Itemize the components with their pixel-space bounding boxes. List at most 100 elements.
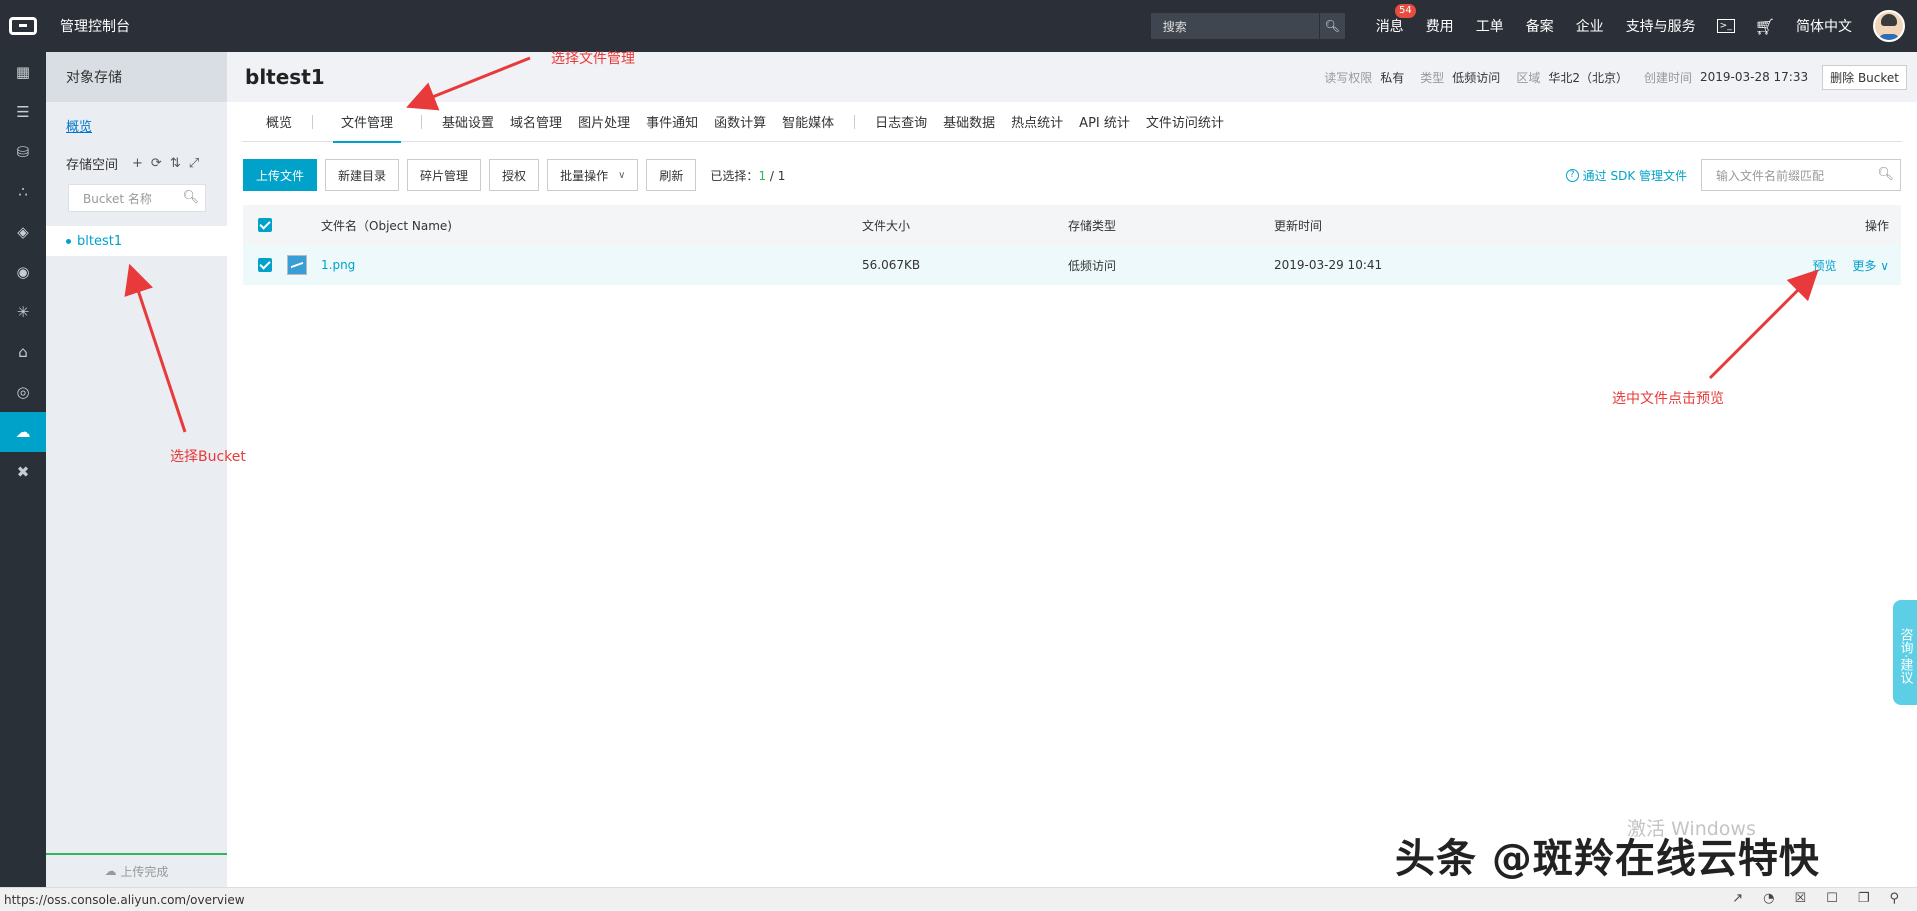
- meta-type-value: 低频访问: [1452, 70, 1501, 85]
- sort-icon[interactable]: ⇅: [170, 156, 181, 171]
- header-name[interactable]: 文件名（Object Name): [321, 217, 452, 234]
- upload-file-button[interactable]: 上传文件: [243, 159, 318, 191]
- server-icon[interactable]: ☰: [0, 92, 46, 132]
- file-name-link[interactable]: 1.png: [321, 258, 355, 272]
- file-size: 56.067KB: [862, 258, 921, 272]
- selection-label: 已选择：: [710, 168, 759, 183]
- table-row[interactable]: 1.png 56.067KB 低频访问 2019-03-29 10:41 预览 …: [243, 245, 1901, 285]
- nav-billing[interactable]: 费用: [1426, 16, 1454, 36]
- trash-icon[interactable]: ☒: [1795, 891, 1807, 906]
- file-updated-time: 2019-03-29 10:41: [1274, 258, 1383, 272]
- oss-sidebar: 对象存储 概览 存储空间 + ⟳ ⇅ ⤢ Bucket 名称 🔍︎ bltest…: [46, 52, 227, 887]
- cart-icon[interactable]: 🛒︎: [1755, 17, 1775, 36]
- bank-icon[interactable]: ⌂: [0, 332, 46, 372]
- sidebar-item-overview[interactable]: 概览: [46, 102, 227, 148]
- tab-file-management[interactable]: 文件管理: [333, 102, 402, 143]
- nav-enterprise[interactable]: 企业: [1576, 16, 1604, 36]
- author-watermark: 头条 @斑羚在线云特快: [1395, 836, 1820, 882]
- file-prefix-search-input[interactable]: 输入文件名前缀匹配 🔍︎: [1701, 159, 1901, 191]
- tab-divider: [854, 114, 856, 129]
- sdk-manage-link[interactable]: ? 通过 SDK 管理文件: [1565, 167, 1687, 184]
- tab-event-notification[interactable]: 事件通知: [646, 102, 698, 142]
- tab-file-access-stats[interactable]: 文件访问统计: [1146, 102, 1224, 142]
- header-size: 文件大小: [862, 218, 911, 233]
- meta-created-value: 2019-03-28 17:33: [1699, 70, 1809, 84]
- header-actions: 操作: [1864, 218, 1889, 233]
- selection-total: 1: [777, 168, 786, 183]
- tools-icon[interactable]: ✖: [0, 452, 46, 492]
- cloud-storage-icon[interactable]: ☁: [0, 412, 46, 452]
- batch-operations-dropdown[interactable]: 批量操作 ∨: [547, 159, 639, 191]
- expand-icon[interactable]: ⤢: [189, 156, 199, 171]
- batch-operations-label: 批量操作: [560, 168, 609, 183]
- authorize-button[interactable]: 授权: [489, 159, 540, 191]
- avatar[interactable]: [1873, 10, 1905, 42]
- meta-region-key: 区域: [1516, 70, 1541, 85]
- tab-basic-settings[interactable]: 基础设置: [442, 102, 494, 142]
- search-icon[interactable]: 🔍︎: [182, 190, 199, 205]
- new-directory-button[interactable]: 新建目录: [325, 159, 400, 191]
- image-file-icon: [287, 255, 307, 275]
- tab-api-stats[interactable]: API 统计: [1079, 102, 1130, 142]
- chevron-down-icon: ∨: [1876, 258, 1889, 273]
- upload-status[interactable]: ☁ 上传完成: [46, 853, 227, 887]
- refresh-button[interactable]: 刷新: [646, 159, 697, 191]
- nodes-icon[interactable]: ✳: [0, 292, 46, 332]
- refresh-icon[interactable]: ⟳: [151, 156, 162, 171]
- consult-feedback-tab[interactable]: 咨询·建议: [1893, 600, 1917, 705]
- nav-support[interactable]: 支持与服务: [1626, 16, 1696, 36]
- bucket-search-input[interactable]: Bucket 名称 🔍︎: [68, 184, 206, 212]
- help-icon: ?: [1565, 169, 1579, 182]
- search-icon[interactable]: 🔍︎: [1318, 13, 1345, 39]
- tab-log-query[interactable]: 日志查询: [875, 102, 927, 142]
- search-icon[interactable]: 🔍︎: [1877, 167, 1894, 182]
- topbar-right: 搜索 🔍︎ 消息 54 费用 工单 备案 企业 支持与服务 >_ 🛒︎ 简体中文: [1150, 0, 1917, 52]
- tab-hotspot-stats[interactable]: 热点统计: [1011, 102, 1063, 142]
- add-bucket-icon[interactable]: +: [132, 156, 143, 171]
- accelerate-icon[interactable]: ◔: [1763, 891, 1774, 906]
- zoom-icon[interactable]: ⚲: [1889, 891, 1899, 906]
- shield-icon[interactable]: ◎: [0, 372, 46, 412]
- fullscreen-icon[interactable]: ☐: [1826, 891, 1838, 906]
- storage-section-label: 存储空间: [66, 157, 119, 173]
- tab-smart-media[interactable]: 智能媒体: [782, 102, 834, 142]
- more-dropdown[interactable]: 更多 ∨: [1852, 259, 1889, 273]
- tab-basic-data[interactable]: 基础数据: [943, 102, 995, 142]
- fragment-management-button[interactable]: 碎片管理: [407, 159, 482, 191]
- nav-icp[interactable]: 备案: [1526, 16, 1554, 36]
- network-icon[interactable]: ∴: [0, 172, 46, 212]
- tab-image-processing[interactable]: 图片处理: [578, 102, 630, 142]
- nav-tickets[interactable]: 工单: [1476, 16, 1504, 36]
- tab-function-compute[interactable]: 函数计算: [714, 102, 766, 142]
- file-table: 文件名（Object Name) 文件大小 存储类型 更新时间 操作 1.png…: [243, 205, 1901, 285]
- more-label: 更多: [1852, 258, 1877, 273]
- delete-bucket-button[interactable]: 删除 Bucket: [1822, 64, 1907, 90]
- nav-messages[interactable]: 消息 54: [1376, 4, 1416, 36]
- row-checkbox[interactable]: [258, 258, 272, 272]
- database-icon[interactable]: ⛁: [0, 132, 46, 172]
- eye-icon[interactable]: ◉: [0, 252, 46, 292]
- annotation-select-file-management: 选择文件管理: [551, 51, 635, 67]
- selection-selected: 1: [758, 168, 767, 183]
- storage-tools: + ⟳ ⇅ ⤢: [132, 156, 199, 171]
- console-title[interactable]: 管理控制台: [60, 16, 130, 36]
- layers-icon[interactable]: ◈: [0, 212, 46, 252]
- tab-divider: [421, 114, 423, 129]
- global-search-placeholder: 搜索: [1162, 19, 1187, 34]
- sidebar-item-bucket[interactable]: bltest1: [46, 226, 227, 256]
- bucket-tabs: 概览 文件管理 基础设置 域名管理 图片处理 事件通知 函数计算 智能媒体 日志…: [242, 102, 1902, 143]
- rocket-icon[interactable]: ↗: [1732, 891, 1743, 906]
- terminal-icon[interactable]: >_: [1716, 19, 1735, 33]
- select-all-checkbox[interactable]: [258, 218, 272, 232]
- aliyun-logo[interactable]: [0, 0, 46, 52]
- tab-overview[interactable]: 概览: [266, 102, 292, 142]
- page-title: bltest1: [245, 65, 325, 89]
- tab-domain-management[interactable]: 域名管理: [510, 102, 562, 142]
- global-search-input[interactable]: 搜索 🔍︎: [1150, 13, 1345, 39]
- language-switch[interactable]: 简体中文: [1796, 16, 1852, 36]
- status-icons: ↗ ◔ ☒ ☐ ❐ ⚲: [1732, 891, 1899, 906]
- window-icon[interactable]: ❐: [1858, 891, 1870, 906]
- tab-divider: [312, 114, 314, 129]
- apps-grid-icon[interactable]: ▦: [0, 52, 46, 92]
- preview-link[interactable]: 预览: [1813, 259, 1837, 273]
